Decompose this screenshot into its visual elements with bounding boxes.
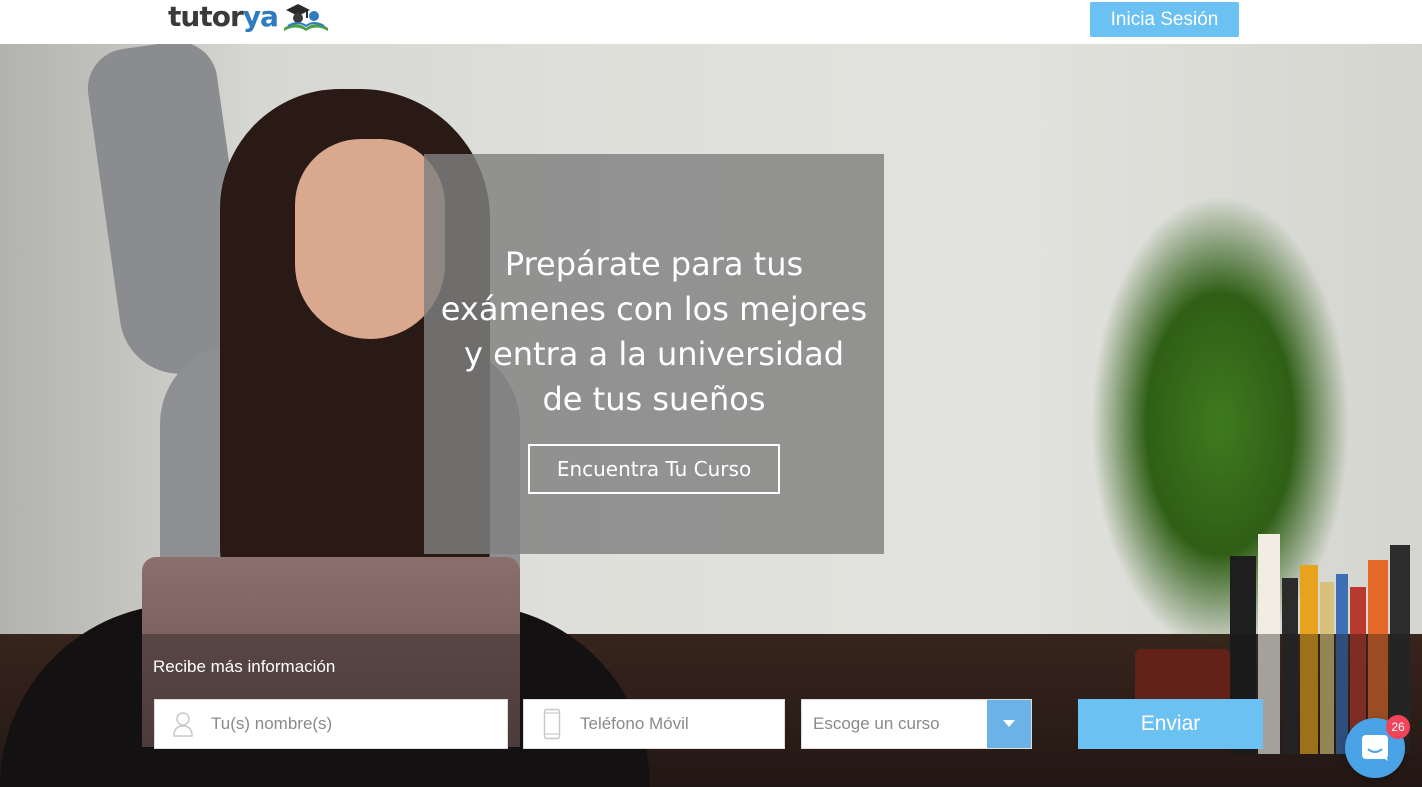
course-select[interactable]: Escoge un curso [801, 699, 1032, 749]
hero-image-face [295, 139, 445, 339]
phone-icon [524, 700, 580, 748]
find-course-button[interactable]: Encuentra Tu Curso [528, 444, 780, 494]
logo[interactable]: tutorya [168, 0, 330, 40]
chat-icon [1362, 735, 1388, 761]
hero-overlay-box: Prepárate para tus exámenes con los mejo… [424, 154, 884, 554]
phone-input[interactable] [580, 700, 784, 748]
hero-headline-line: de tus sueños [542, 380, 766, 418]
caret-down-icon[interactable] [987, 700, 1031, 748]
hero-headline-line: exámenes con los mejores [440, 290, 868, 328]
name-input[interactable] [211, 700, 507, 748]
hero-headline: Prepárate para tus exámenes con los mejo… [424, 242, 884, 422]
graduation-cap-icon [283, 4, 328, 31]
form-title: Recibe más información [153, 657, 336, 676]
hero-section: Prepárate para tus exámenes con los mejo… [0, 44, 1422, 787]
lead-form: Recibe más información Escoge un [0, 634, 1422, 787]
chat-badge: 26 [1386, 715, 1410, 739]
hero-headline-line: Prepárate para tus [504, 245, 804, 283]
user-icon [155, 700, 211, 748]
course-select-value: Escoge un curso [813, 714, 940, 733]
site-header: tutorya Inicia Sesión [0, 0, 1422, 44]
phone-field[interactable] [523, 699, 785, 749]
logo-text-main: tutor [168, 0, 244, 33]
hero-headline-line: y entra a la universidad [463, 335, 845, 373]
logo-text: tutorya [168, 0, 279, 34]
logo-text-accent: ya [242, 0, 279, 33]
submit-button[interactable]: Enviar [1078, 699, 1263, 749]
login-button[interactable]: Inicia Sesión [1090, 2, 1239, 37]
name-field[interactable] [154, 699, 508, 749]
